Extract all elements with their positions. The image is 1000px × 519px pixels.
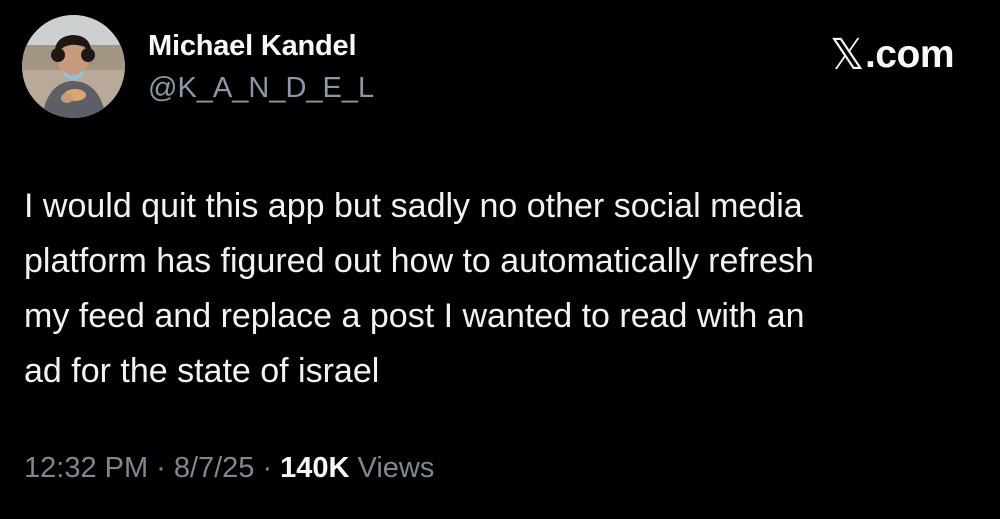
profile-photo: [22, 15, 125, 118]
tweet-text: I would quit this app but sadly no other…: [24, 187, 814, 390]
display-name[interactable]: Michael Kandel: [148, 28, 374, 64]
x-logo-icon: 𝕏: [829, 31, 865, 79]
tweet-date[interactable]: 8/7/25: [174, 452, 255, 484]
meta-separator: ·: [156, 452, 166, 484]
views-count: 140K: [280, 452, 350, 484]
meta-separator: ·: [262, 452, 273, 484]
tweet-time[interactable]: 12:32 PM: [24, 452, 148, 484]
brand-label: .com: [864, 33, 955, 76]
avatar[interactable]: [22, 15, 125, 118]
brand-watermark: 𝕏 .com: [829, 30, 955, 80]
views-label: Views: [357, 452, 435, 484]
author-info: Michael Kandel @K_A_N_D_E_L: [148, 28, 374, 106]
tweet-meta: 12:32 PM · 8/7/25 · 140K Views: [24, 452, 434, 485]
user-handle[interactable]: @K_A_N_D_E_L: [148, 70, 374, 106]
